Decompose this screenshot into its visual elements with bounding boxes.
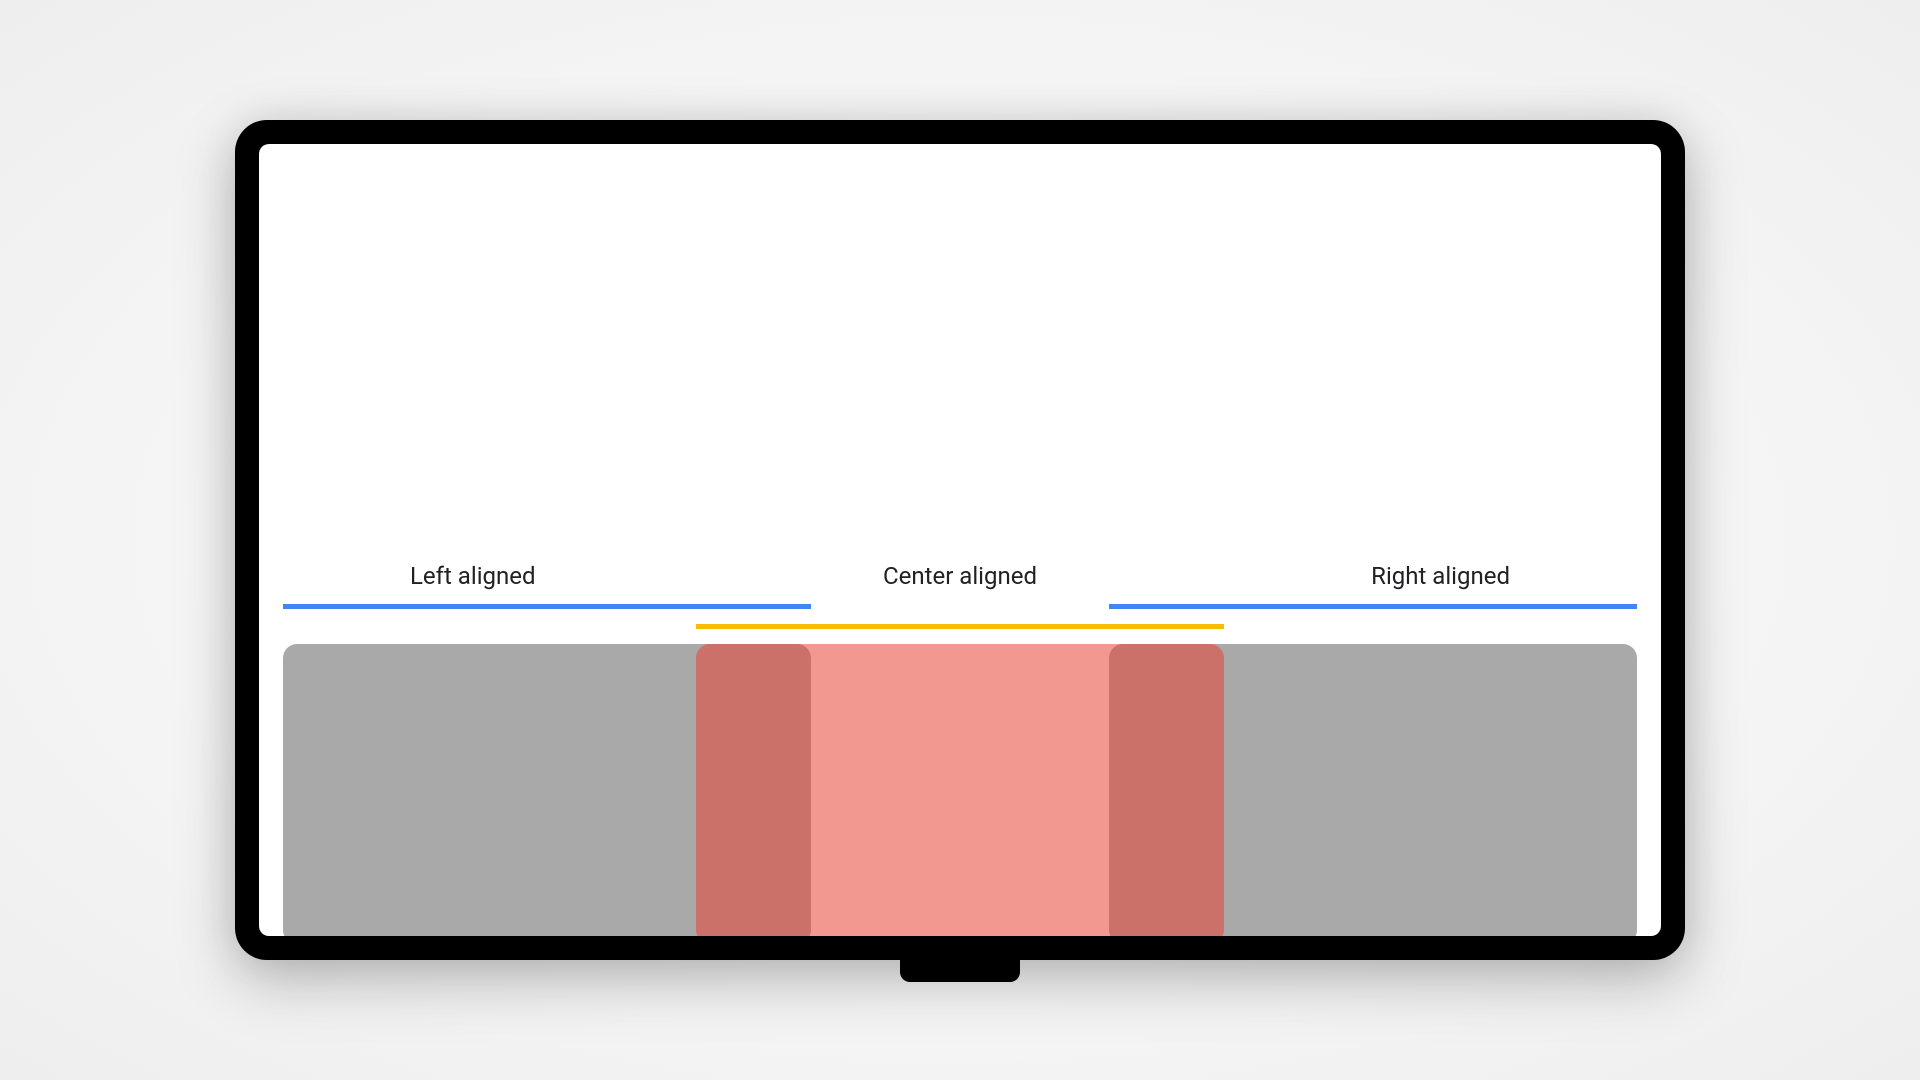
- tv-stand: [900, 954, 1020, 982]
- rule-left: [283, 604, 811, 609]
- rule-right: [1109, 604, 1637, 609]
- label-left-aligned: Left aligned: [410, 562, 536, 590]
- label-right-aligned: Right aligned: [1371, 562, 1510, 590]
- tv-frame: Left aligned Center aligned Right aligne…: [235, 120, 1685, 960]
- tv-screen: Left aligned Center aligned Right aligne…: [259, 144, 1661, 936]
- alignment-labels-row: Left aligned Center aligned Right aligne…: [283, 562, 1637, 592]
- card-center-aligned: [696, 644, 1224, 936]
- cards-row: [283, 644, 1637, 936]
- rule-center: [696, 624, 1224, 629]
- label-center-aligned: Center aligned: [883, 562, 1037, 590]
- diagram-content: Left aligned Center aligned Right aligne…: [283, 144, 1637, 936]
